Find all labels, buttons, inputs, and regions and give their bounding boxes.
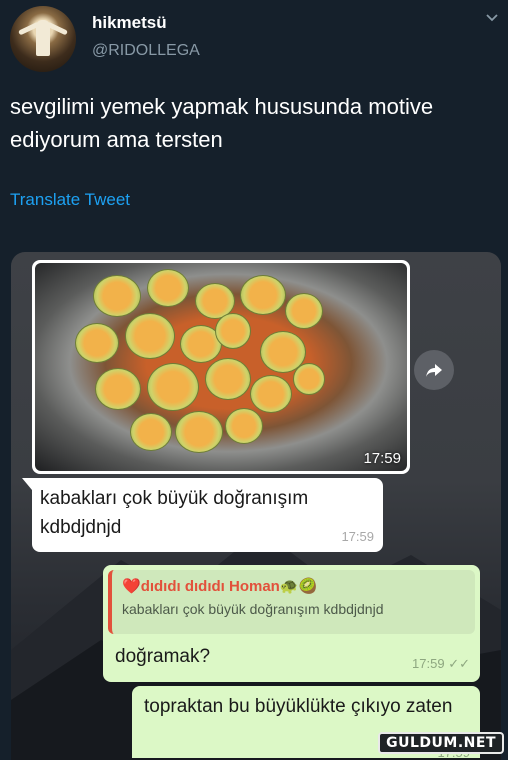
reply-time-value: 17:59 bbox=[412, 656, 445, 671]
food-photo[interactable]: 17:59 bbox=[35, 263, 407, 471]
incoming-message-text: kabakları çok büyük doğranışım kdbdjdnjd bbox=[40, 488, 309, 538]
quoted-message[interactable]: ❤️dıdıdı dıdıdı Homan🐢🥝 kabakları çok bü… bbox=[108, 570, 475, 634]
chat-screenshot: 17:59 kabakları çok büyük doğranışım kdb… bbox=[11, 252, 501, 760]
photo-timestamp: 17:59 bbox=[363, 450, 401, 467]
tweet-text: sevgilimi yemek yapmak hususunda motive … bbox=[10, 94, 434, 152]
quoted-text: kabakları çok büyük doğranışım kdbdjdnjd bbox=[122, 601, 384, 617]
avatar[interactable] bbox=[10, 6, 76, 72]
author-emoji: 🐢🥝 bbox=[279, 578, 318, 595]
reply-message[interactable]: ❤️dıdıdı dıdıdı Homan🐢🥝 kabakları çok bü… bbox=[103, 565, 480, 682]
translate-tweet-link[interactable]: Translate Tweet bbox=[10, 190, 130, 210]
display-name[interactable]: hikmetsü bbox=[92, 13, 167, 33]
reply-message-timestamp: 17:59 ✓✓ bbox=[412, 656, 470, 672]
quoted-author: ❤️dıdıdı dıdıdı Homan🐢🥝 bbox=[122, 577, 465, 595]
double-check-icon: ✓✓ bbox=[448, 656, 470, 671]
user-handle[interactable]: @RIDOLLEGA bbox=[92, 42, 200, 60]
forward-button[interactable] bbox=[414, 350, 454, 390]
incoming-message-timestamp: 17:59 bbox=[341, 529, 374, 544]
share-icon bbox=[426, 364, 442, 377]
incoming-message[interactable]: kabakları çok büyük doğranışım kdbdjdnjd… bbox=[22, 478, 383, 552]
outgoing-message-text: topraktan bu büyüklükte çıkıyo zaten bbox=[144, 696, 453, 717]
site-watermark: GULDUM.NET bbox=[378, 732, 504, 754]
chevron-down-icon[interactable] bbox=[484, 10, 500, 26]
reply-message-text: doğramak? bbox=[115, 646, 211, 667]
heart-emoji: ❤️ bbox=[122, 578, 141, 595]
quoted-author-name: dıdıdı dıdıdı Homan bbox=[140, 578, 280, 595]
photo-message[interactable]: 17:59 bbox=[32, 260, 410, 474]
